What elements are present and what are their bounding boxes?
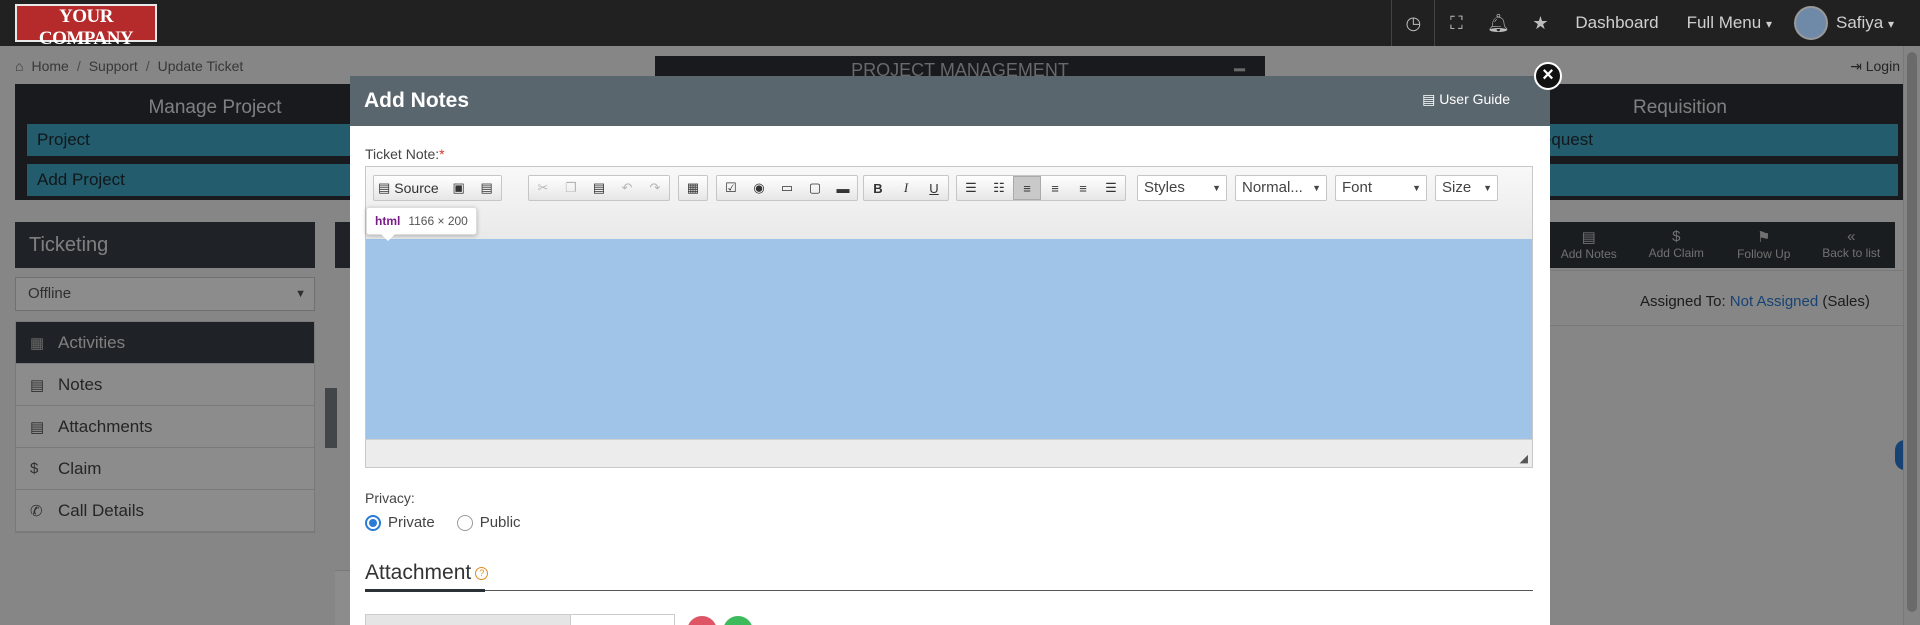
chevron-down-icon: ▾: [1765, 17, 1772, 31]
caret-down-icon: ▼: [1483, 183, 1492, 193]
caret-down-icon: ▼: [1412, 183, 1421, 193]
editor-toolbar: ▤ Source ▣ ▤ ✂ ❐ ▤ ↶ ↷ ▦ ☑ ◉ ▭ ▢ ▬ B I U…: [366, 167, 1532, 241]
undo-icon[interactable]: ↶: [613, 176, 641, 200]
attachment-heading: Attachment?: [365, 561, 1533, 592]
format-block-icon[interactable]: ▦: [679, 176, 707, 200]
full-menu-dropdown[interactable]: Full Menu ▾: [1673, 13, 1786, 33]
textfield-icon[interactable]: ▭: [773, 176, 801, 200]
source-icon: ▤: [378, 180, 391, 195]
history-icon[interactable]: ◷: [1392, 0, 1434, 46]
bulleted-list-icon[interactable]: ☷: [985, 176, 1013, 200]
checkbox-icon[interactable]: ☑: [717, 176, 745, 200]
modal-title: Add Notes: [364, 89, 469, 112]
copy-icon[interactable]: ❐: [557, 176, 585, 200]
italic-icon[interactable]: I: [892, 176, 920, 200]
user-guide-link[interactable]: ▤ User Guide: [1422, 76, 1510, 122]
caret-down-icon: ▼: [1212, 183, 1221, 193]
tooltip-dimensions: 1166 × 200: [408, 214, 468, 228]
align-left-icon[interactable]: ≡: [1013, 176, 1041, 200]
ticket-note-label: Ticket Note:*: [365, 146, 445, 162]
add-notes-modal: Add Notes ▤ User Guide Ticket Note:* ▤ So…: [350, 76, 1550, 625]
help-icon[interactable]: ?: [475, 566, 489, 580]
caret-down-icon: ▼: [1312, 183, 1321, 193]
close-modal-button[interactable]: ×: [1534, 62, 1562, 90]
font-combo[interactable]: Font ▼: [1335, 175, 1427, 201]
remove-attachment-button[interactable]: [687, 616, 717, 625]
file-input[interactable]: [365, 614, 675, 625]
element-path-tooltip: html 1166 × 200: [366, 207, 477, 241]
radio-icon[interactable]: ◉: [745, 176, 773, 200]
choose-file-button[interactable]: [366, 615, 571, 625]
chevron-down-icon: ▾: [1887, 17, 1894, 31]
align-right-icon[interactable]: ≡: [1069, 176, 1097, 200]
add-attachment-button[interactable]: [723, 616, 753, 625]
privacy-label: Privacy:: [365, 490, 415, 506]
modal-header: Add Notes ▤ User Guide: [350, 76, 1550, 126]
justify-icon[interactable]: ☰: [1097, 176, 1125, 200]
rich-text-editor: ▤ Source ▣ ▤ ✂ ❐ ▤ ↶ ↷ ▦ ☑ ◉ ▭ ▢ ▬ B I U…: [365, 166, 1533, 468]
private-radio[interactable]: [365, 514, 381, 531]
privacy-options: Private Public: [365, 514, 543, 531]
privacy-public-option[interactable]: Public: [456, 514, 521, 531]
source-button[interactable]: ▤ Source: [374, 176, 445, 200]
button-field-icon[interactable]: ▬: [829, 176, 857, 200]
paste-icon[interactable]: ▤: [585, 176, 613, 200]
size-combo[interactable]: Size ▼: [1435, 175, 1498, 201]
preview-icon[interactable]: ▣: [445, 176, 473, 200]
editor-content-area[interactable]: [366, 239, 1532, 439]
fullscreen-icon[interactable]: ⛶: [1435, 0, 1477, 46]
templates-icon[interactable]: ▤: [473, 176, 501, 200]
redo-icon[interactable]: ↷: [641, 176, 669, 200]
format-combo[interactable]: Normal... ▼: [1235, 175, 1327, 201]
star-icon[interactable]: ★: [1519, 0, 1561, 46]
styles-combo[interactable]: Styles ▼: [1137, 175, 1227, 201]
tooltip-tag: html: [375, 214, 401, 228]
textarea-icon[interactable]: ▢: [801, 176, 829, 200]
bell-icon[interactable]: 🔔︎: [1477, 0, 1519, 46]
align-center-icon[interactable]: ≡: [1041, 176, 1069, 200]
public-radio[interactable]: [456, 514, 473, 531]
privacy-private-option[interactable]: Private: [365, 514, 435, 531]
resize-grip-icon[interactable]: ◢: [1520, 452, 1528, 465]
numbered-list-icon[interactable]: ☰: [957, 176, 985, 200]
dashboard-link[interactable]: Dashboard: [1561, 13, 1672, 33]
logo-line1: YOUR COMPANY: [38, 6, 134, 49]
avatar[interactable]: [1793, 6, 1828, 40]
cut-icon[interactable]: ✂: [529, 176, 557, 200]
editor-footer: ◢: [366, 439, 1532, 467]
bold-icon[interactable]: B: [864, 176, 892, 200]
underline-icon[interactable]: U: [920, 176, 948, 200]
company-logo[interactable]: YOUR COMPANY LOGO HERE: [15, 4, 157, 59]
top-navbar: YOUR COMPANY LOGO HERE ◷ ⛶ 🔔︎ ★ Dashboar…: [0, 0, 1920, 59]
top-nav-right: ◷ ⛶ 🔔︎ ★ Dashboard Full Menu ▾ Safiya ▾: [1391, 0, 1920, 46]
guide-icon: ▤: [1422, 91, 1436, 107]
user-menu[interactable]: Safiya ▾: [1828, 13, 1920, 33]
